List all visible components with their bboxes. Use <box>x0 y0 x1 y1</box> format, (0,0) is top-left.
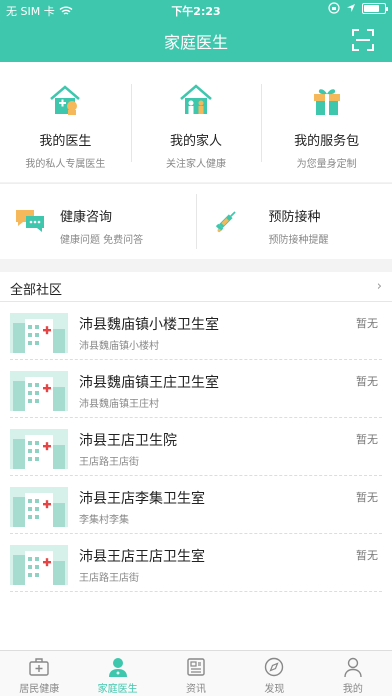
family-house-icon <box>180 84 212 114</box>
all-community-title: 全部社区 <box>10 283 63 298</box>
community-name: 沛县魏庙镇小楼卫生室 <box>79 317 219 333</box>
community-status: 暂无 <box>356 491 378 504</box>
compass-icon <box>265 657 284 677</box>
tab-news[interactable]: 资讯 <box>157 651 235 696</box>
health-consult-title: 健康咨询 <box>60 210 113 225</box>
my-family-card[interactable]: 我的家人 关注家人健康 <box>130 62 262 182</box>
community-status: 暂无 <box>356 375 378 388</box>
vaccination-title: 预防接种 <box>268 210 321 225</box>
vaccination-subtitle: 预防接种提醒 <box>268 235 329 246</box>
community-address: 李集村李集 <box>79 515 129 526</box>
community-address: 沛县魏庙镇小楼村 <box>79 341 159 352</box>
tab-label: 居民健康 <box>19 684 60 695</box>
clinic-building-icon <box>10 487 68 527</box>
community-list: 全部社区 › 沛县魏庙镇小楼卫生室 沛县魏庙镇小楼村 暂无 沛县魏庙镇王庄卫生室 沛县魏… <box>0 272 392 650</box>
my-family-title: 我的家人 <box>170 134 223 149</box>
health-consult-card[interactable]: 健康咨询 健康问题 免费问答 <box>0 184 196 259</box>
community-name: 沛县王店李集卫生室 <box>79 491 205 507</box>
community-address: 王店路王店街 <box>79 573 139 584</box>
gift-box-icon <box>313 89 340 115</box>
house-doctor-icon <box>50 85 81 115</box>
community-address: 沛县魏庙镇王庄村 <box>79 399 159 410</box>
chevron-right-icon: › <box>376 279 382 294</box>
clinic-building-icon <box>10 313 68 353</box>
clinic-building-icon <box>10 429 68 469</box>
medical-kit-icon <box>29 658 49 676</box>
community-row[interactable]: 沛县王店王店卫生室王店路王店街 暂无 <box>10 534 382 592</box>
clinic-building-icon <box>10 545 68 585</box>
community-row[interactable]: 沛县魏庙镇小楼卫生室沛县魏庙镇小楼村 暂无 <box>10 302 382 360</box>
status-bar: 无 SIM 卡 下午2:23 <box>0 0 392 20</box>
rotation-lock-icon <box>328 2 340 14</box>
page-title: 家庭医生 <box>163 33 228 52</box>
my-doctor-subtitle: 我的私人专属医生 <box>25 159 106 170</box>
community-address: 王店路王店街 <box>79 457 139 468</box>
my-family-subtitle: 关注家人健康 <box>166 159 226 170</box>
tab-label: 资讯 <box>186 684 207 695</box>
service-package-card[interactable]: 我的服务包 为您量身定制 <box>261 62 392 182</box>
my-doctor-card[interactable]: 我的医生 我的私人专属医生 <box>0 62 131 182</box>
top-features: 我的医生 我的私人专属医生 我的家人 关注家人健康 我的服务包 为您量身定制 <box>0 62 392 182</box>
clinic-building-icon <box>10 371 68 411</box>
scan-icon[interactable] <box>352 29 374 51</box>
my-doctor-title: 我的医生 <box>39 134 92 149</box>
tab-discover[interactable]: 发现 <box>235 651 313 696</box>
doctor-icon <box>108 658 127 677</box>
tab-label: 发现 <box>264 684 285 695</box>
community-row[interactable]: 沛县王店卫生院王店路王店街 暂无 <box>10 418 382 476</box>
tab-family-doctor[interactable]: 家庭医生 <box>78 651 156 696</box>
tab-label: 家庭医生 <box>97 684 138 695</box>
person-icon <box>344 657 362 678</box>
community-status: 暂无 <box>356 433 378 446</box>
news-icon <box>187 658 205 676</box>
location-arrow-icon <box>347 4 355 12</box>
service-package-title: 我的服务包 <box>294 134 360 149</box>
battery-icon <box>362 2 388 14</box>
community-row[interactable]: 沛县王店李集卫生室李集村李集 暂无 <box>10 476 382 534</box>
tab-bar: 居民健康 家庭医生 资讯 发现 我的 <box>0 650 392 696</box>
vaccination-card[interactable]: 预防接种 预防接种提醒 <box>195 194 392 249</box>
mid-features: 健康咨询 健康问题 免费问答 预防接种 预防接种提醒 <box>0 183 392 259</box>
community-name: 沛县王店卫生院 <box>79 433 177 449</box>
community-name: 沛县魏庙镇王庄卫生室 <box>79 375 219 391</box>
tab-label: 我的 <box>342 684 363 695</box>
app-header: 无 SIM 卡 下午2:23 家庭医生 <box>0 0 392 62</box>
all-community-header[interactable]: 全部社区 › <box>0 272 392 302</box>
syringe-icon <box>215 211 236 233</box>
community-status: 暂无 <box>356 549 378 562</box>
service-package-subtitle: 为您量身定制 <box>296 159 357 170</box>
community-name: 沛县王店王店卫生室 <box>79 549 205 565</box>
community-row[interactable]: 沛县魏庙镇王庄卫生室沛县魏庙镇王庄村 暂无 <box>10 360 382 418</box>
tab-resident-health[interactable]: 居民健康 <box>0 651 78 696</box>
health-consult-subtitle: 健康问题 免费问答 <box>60 235 144 246</box>
community-status: 暂无 <box>356 317 378 330</box>
tab-mine[interactable]: 我的 <box>314 651 392 696</box>
chat-bubbles-icon <box>16 210 44 232</box>
